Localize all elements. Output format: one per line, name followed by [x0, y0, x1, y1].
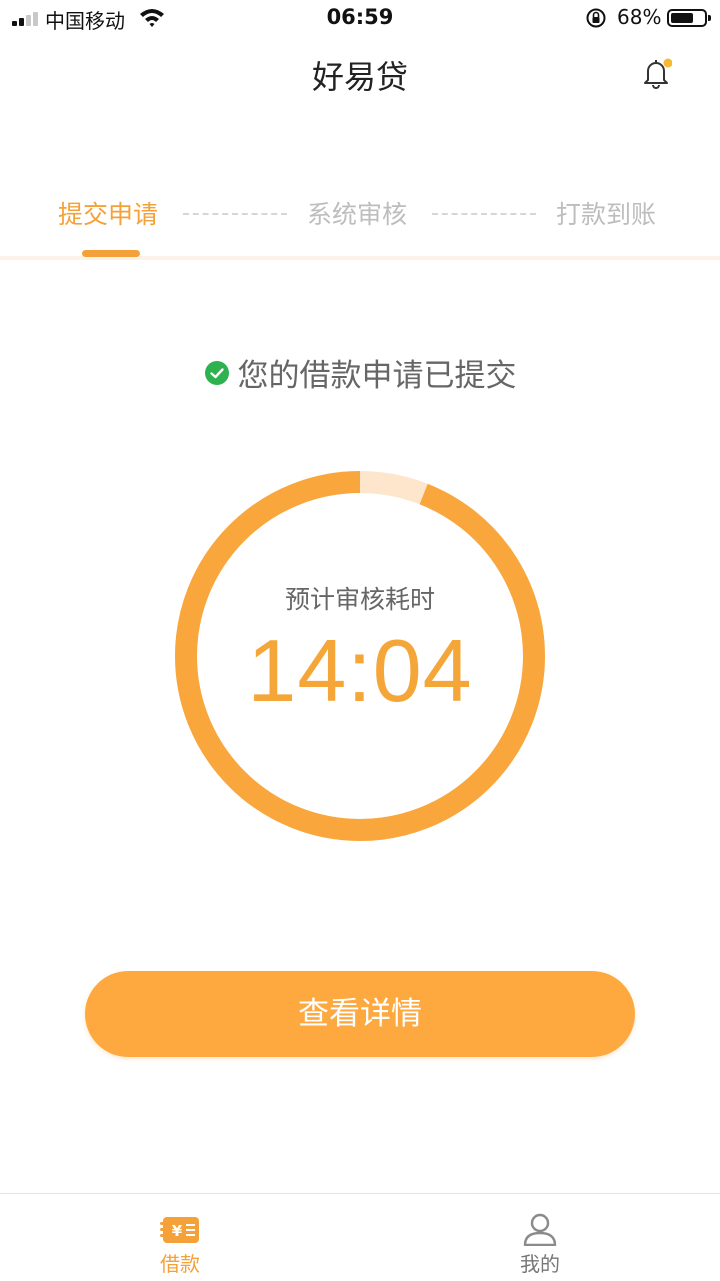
submission-message: 您的借款申请已提交: [237, 358, 517, 394]
tab-mine[interactable]: 我的: [360, 1194, 720, 1281]
check-circle-icon: [204, 360, 229, 385]
tab-loan[interactable]: ¥ 借款: [0, 1194, 360, 1281]
step-payout: 打款到账: [556, 200, 657, 229]
svg-text:¥: ¥: [172, 1222, 183, 1240]
submission-status: 您的借款申请已提交: [0, 350, 720, 395]
step-submit-application: 提交申请: [58, 200, 159, 229]
tab-mine-label: 我的: [520, 1252, 560, 1276]
active-step-indicator: [82, 250, 140, 257]
status-time: 06:59: [326, 5, 394, 29]
step-connector: [183, 213, 287, 215]
bell-icon[interactable]: [640, 56, 672, 90]
tab-loan-label: 借款: [160, 1252, 200, 1276]
step-system-review: 系统审核: [307, 200, 408, 229]
orientation-lock-icon: [586, 8, 606, 28]
bottom-tab-bar: ¥ 借款 我的: [0, 1193, 720, 1281]
countdown-ring: 预计审核耗时 14:04: [174, 470, 546, 842]
battery-percentage: 68%: [617, 5, 662, 29]
battery-icon: [667, 9, 711, 27]
notification-dot: [663, 58, 672, 68]
user-profile-icon: [523, 1213, 557, 1246]
status-bar: 中国移动 06:59 68%: [0, 0, 720, 40]
progress-steps: 提交申请 系统审核 打款到账: [0, 195, 720, 245]
step-connector: [432, 213, 536, 215]
loan-wallet-icon: ¥: [160, 1217, 199, 1243]
view-details-button[interactable]: 查看详情: [85, 971, 635, 1057]
countdown-label: 预计审核耗时: [284, 585, 435, 614]
page-title: 好易贷: [311, 58, 408, 96]
countdown-time: 14:04: [247, 621, 473, 720]
